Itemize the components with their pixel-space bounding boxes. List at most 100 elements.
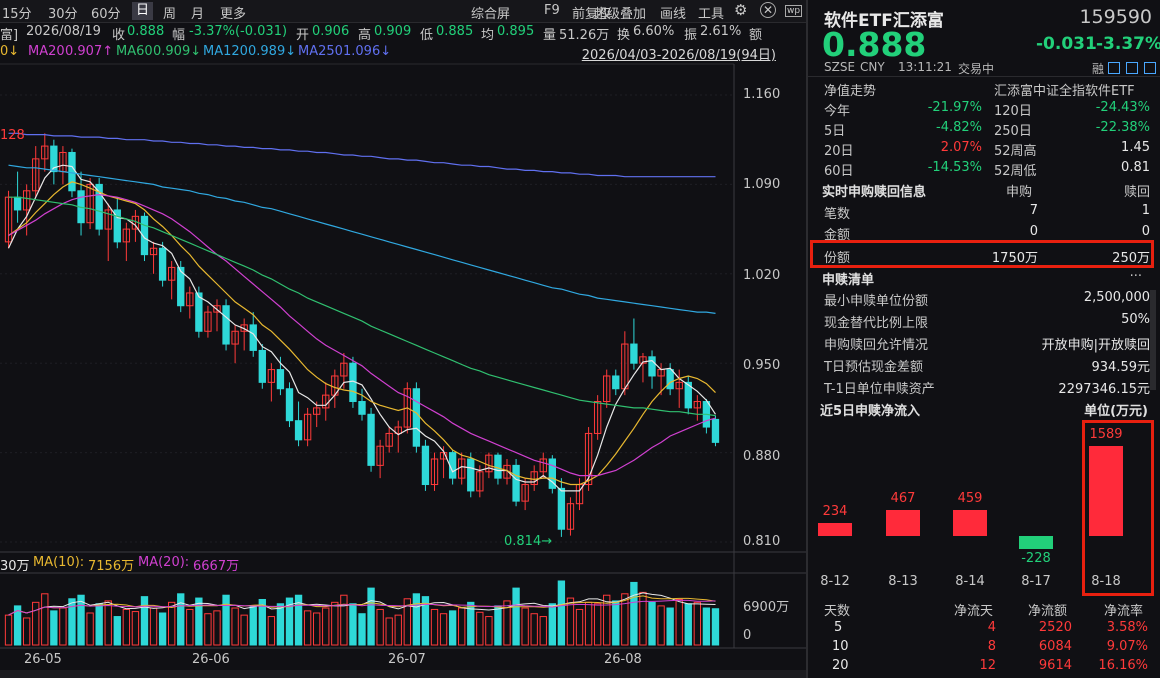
candlestick-chart[interactable]	[0, 0, 806, 678]
info-amplitude: 2.61%	[700, 24, 742, 39]
tool-tools[interactable]: 工具	[698, 3, 724, 22]
volume-bar	[358, 613, 366, 646]
candle-body	[494, 454, 502, 479]
close-icon[interactable]: ✕	[760, 2, 776, 18]
candle-body	[403, 388, 411, 428]
expand-icon[interactable]	[1144, 62, 1156, 74]
market-code: SZSE	[824, 60, 856, 74]
period-15min[interactable]: 15分	[2, 3, 32, 22]
candle-body	[68, 151, 76, 192]
candle-body	[394, 426, 402, 434]
candle-body	[267, 369, 276, 383]
period-day[interactable]: 日	[132, 2, 154, 20]
highlight-box-shares	[810, 240, 1154, 268]
candle-body	[95, 183, 103, 230]
volume-bar	[648, 601, 656, 646]
price-tick-6: 0.810	[743, 534, 781, 549]
stats-row: 5 4 2520 3.58%	[834, 620, 1148, 635]
date-range[interactable]: 2026/04/03-2026/08/19(94日)	[582, 44, 776, 63]
candle-body	[294, 420, 303, 441]
volume-bar	[22, 617, 31, 646]
ma120-value: 0.989↓	[248, 44, 297, 59]
tool-super-overlay[interactable]: 超级叠加	[594, 3, 646, 22]
period-toolbar: 15分 30分 60分 日 周 月 更多 综合屏 F9 前复权 超级叠加 画线 …	[0, 0, 806, 23]
volume-bar	[149, 607, 158, 646]
vol-ma10-value: 7156万	[88, 559, 135, 574]
volume-bar	[294, 594, 303, 646]
volume-bar	[4, 614, 13, 646]
volume-bar	[430, 608, 439, 646]
volume-bar	[512, 587, 520, 646]
volume-bar	[476, 611, 484, 646]
volume-bar	[322, 607, 330, 646]
volume-bar	[385, 617, 393, 646]
volume-bar	[448, 610, 457, 646]
gear-icon[interactable]: ⚙	[734, 1, 747, 19]
volume-bar	[41, 593, 49, 646]
volume-bar	[285, 597, 294, 646]
x-label-1: 26-05	[24, 652, 62, 667]
candle-body	[639, 356, 647, 364]
info-avg: 0.895	[497, 24, 535, 39]
volume-ma-line	[8, 595, 716, 616]
volume-bar	[122, 608, 131, 646]
candle-body	[612, 375, 620, 390]
wp-icon[interactable]: wp	[785, 5, 803, 17]
candle-body	[22, 190, 31, 211]
volume-bar	[702, 607, 711, 646]
volume-bar	[548, 603, 557, 646]
margin-tag: 融	[1092, 62, 1105, 76]
volume-bar	[684, 603, 692, 646]
calendar-icon[interactable]	[1108, 62, 1120, 74]
candle-body	[630, 343, 638, 364]
volume-bar	[50, 610, 58, 646]
vol-tick-top: 6900万	[743, 600, 790, 615]
edit-icon[interactable]	[1126, 62, 1138, 74]
price-tick-4: 0.950	[743, 358, 781, 373]
quote-time: 13:11:21	[898, 60, 952, 74]
list-row: 申购赎回允许情况 开放申购|开放赎回	[824, 338, 1150, 353]
volume-bar	[394, 614, 402, 646]
period-more[interactable]: 更多	[220, 3, 246, 22]
volume-bar	[68, 598, 76, 646]
candle-body	[276, 369, 285, 390]
tool-draw-line[interactable]: 画线	[660, 3, 686, 22]
inflow-date-label: 8-14	[955, 574, 985, 589]
info-date: 2026/08/19	[26, 24, 101, 39]
period-month[interactable]: 月	[191, 3, 204, 22]
price-change-pct: -3.37%	[1096, 34, 1160, 54]
volume-bar	[603, 594, 611, 646]
candle-body	[593, 401, 602, 434]
price-tick-2: 1.090	[743, 177, 781, 192]
candle-body	[258, 349, 266, 383]
candle-body	[204, 311, 212, 332]
stats-row: 20 12 9614 16.16%	[832, 658, 1148, 673]
info-low: 0.885	[436, 24, 474, 39]
nav-header-row: 净值走势 汇添富中证全指软件ETF	[808, 78, 1160, 99]
realtime-header-row: 实时申购赎回信息 申购 赎回	[822, 185, 1150, 200]
bottom-tab-bar[interactable]	[0, 670, 806, 678]
perf-row: 60日 -14.53% 52周低 0.81	[824, 160, 1150, 179]
candle-body	[648, 356, 656, 377]
volume-bar	[494, 605, 502, 646]
period-week[interactable]: 周	[163, 3, 176, 22]
divider	[808, 76, 1160, 77]
volume-bar	[575, 608, 584, 646]
volume-bar	[693, 601, 702, 646]
period-60min[interactable]: 60分	[91, 3, 121, 22]
volume-bar	[666, 607, 674, 646]
tool-combined-screen[interactable]: 综合屏	[471, 3, 510, 22]
more-icon[interactable]: ···	[1130, 269, 1142, 284]
candle-body	[702, 401, 711, 428]
candle-body	[521, 484, 529, 502]
tool-f9[interactable]: F9	[544, 3, 560, 18]
volume-bar	[140, 596, 149, 646]
volume-bar	[566, 597, 575, 646]
candle-body	[158, 247, 167, 281]
realtime-row: 笔数 7 1	[824, 203, 1150, 222]
flow-header-row: 近5日申赎净流入 单位(万元)	[820, 404, 1148, 419]
volume-bar	[639, 591, 647, 646]
volume-bar	[521, 607, 529, 646]
period-30min[interactable]: 30分	[48, 3, 78, 22]
scrollbar[interactable]	[1150, 290, 1156, 390]
